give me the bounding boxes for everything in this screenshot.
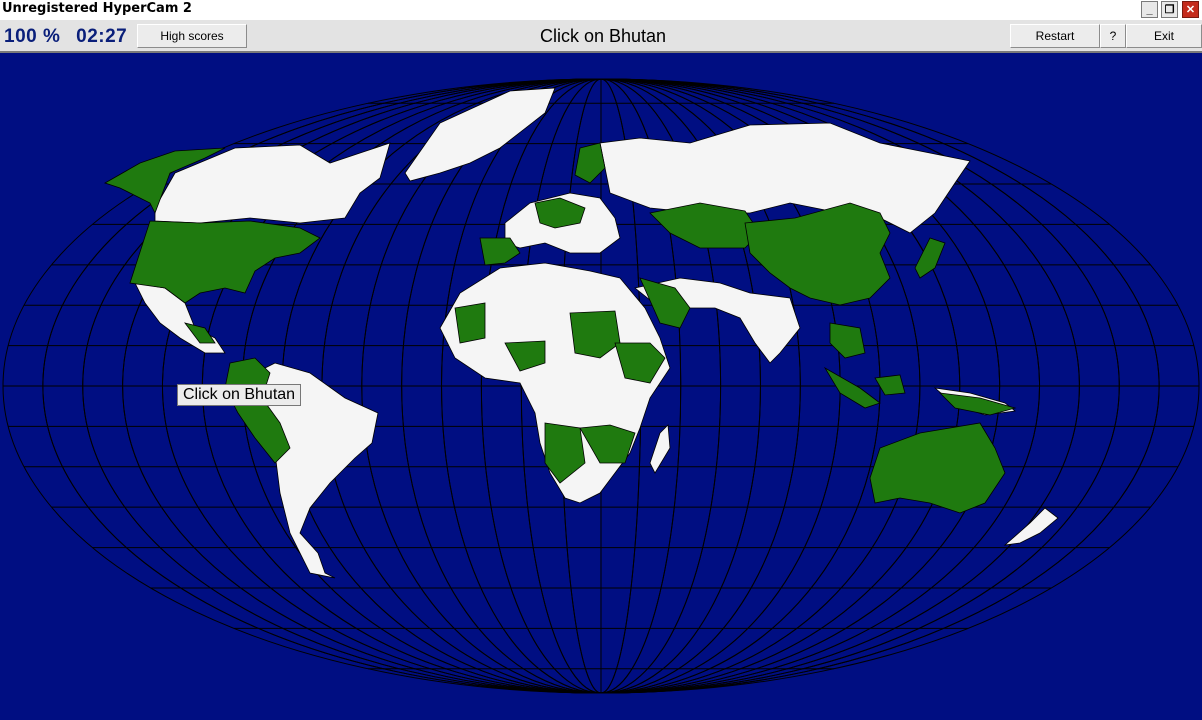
help-button[interactable]: ?	[1100, 24, 1126, 48]
window-title-bar: Unregistered HyperCam 2 _ ❐ ✕	[0, 0, 1202, 20]
score-display: 100 % 02:27	[4, 26, 127, 48]
minimize-icon[interactable]: _	[1141, 1, 1158, 18]
game-toolbar: 100 % 02:27 High scores Click on Bhutan …	[0, 20, 1202, 53]
question-prompt: Click on Bhutan	[539, 26, 667, 46]
timer: 02:27	[76, 26, 128, 47]
cursor-tooltip: Click on Bhutan	[177, 384, 302, 406]
exit-button[interactable]: Exit	[1126, 24, 1202, 48]
window-title: Unregistered HyperCam 2	[2, 1, 192, 16]
restore-icon[interactable]: ❐	[1161, 1, 1178, 18]
score-percent: 100 %	[4, 26, 61, 47]
restart-button[interactable]: Restart	[1010, 24, 1100, 48]
close-icon[interactable]: ✕	[1182, 1, 1199, 18]
world-map[interactable]: Click on Bhutan	[0, 53, 1202, 720]
high-scores-button[interactable]: High scores	[137, 24, 247, 48]
